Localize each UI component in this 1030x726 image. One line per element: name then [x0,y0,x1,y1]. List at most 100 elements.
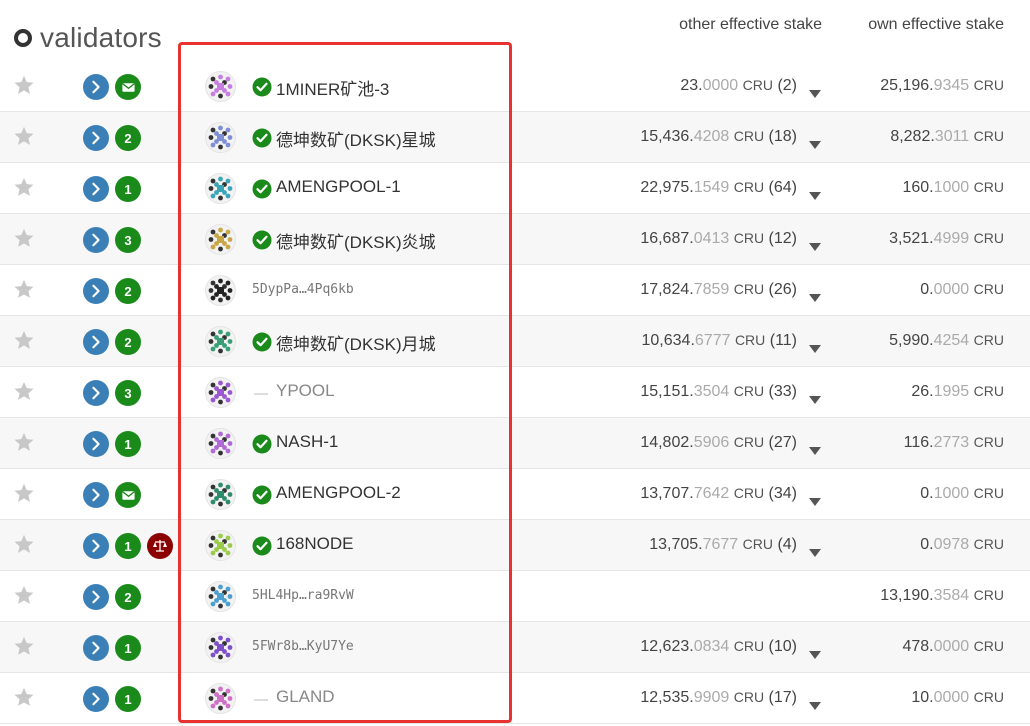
nomination-count-badge[interactable]: 1 [115,533,141,559]
nomination-count-badge[interactable]: 1 [115,431,141,457]
star-icon[interactable] [13,125,35,147]
identicon-avatar[interactable] [205,581,236,612]
star-icon[interactable] [13,635,35,657]
caret-down-icon[interactable] [809,644,821,659]
identicon-avatar[interactable] [205,530,236,561]
chevron-right-icon[interactable] [83,74,109,100]
star-icon[interactable] [13,482,35,504]
chevron-right-icon[interactable] [83,431,109,457]
validator-name[interactable]: 168NODE [276,534,353,554]
star-icon[interactable] [13,533,35,555]
star-icon[interactable] [13,380,35,402]
other-stake-unit: CRU [733,179,765,195]
caret-down-icon[interactable] [809,287,821,302]
validator-name[interactable]: 5DypPa…4Pq6kb [252,282,354,297]
star-icon[interactable] [13,686,35,708]
star-icon[interactable] [13,227,35,249]
chevron-right-icon[interactable] [83,533,109,559]
nomination-count-badge[interactable]: 1 [115,635,141,661]
validator-name[interactable]: 1MINER矿池-3 [276,75,389,100]
identicon-avatar[interactable] [205,71,236,102]
validator-name[interactable]: 5FWr8b…KyU7Ye [252,639,354,654]
nomination-count-badge[interactable]: 1 [115,686,141,712]
nomination-count-badge[interactable]: 3 [115,227,141,253]
star-icon[interactable] [13,176,35,198]
identicon-avatar[interactable] [205,683,236,714]
nomination-count-badge[interactable]: 2 [115,329,141,355]
chevron-right-icon[interactable] [83,482,109,508]
other-stake-unit: CRU [733,230,765,246]
own-stake-decimal: 3584 [933,587,970,604]
caret-down-icon[interactable] [809,134,821,149]
caret-down-icon[interactable] [809,236,821,251]
mail-icon[interactable] [115,74,141,100]
chevron-right-icon[interactable] [83,176,109,202]
star-icon[interactable] [13,431,35,453]
other-stake-int: 10,634. [641,332,695,349]
caret-down-icon[interactable] [809,440,821,455]
validator-name[interactable]: AMENGPOOL-1 [276,177,401,197]
mail-icon[interactable] [115,482,141,508]
identicon-avatar[interactable] [205,122,236,153]
chevron-right-icon[interactable] [83,227,109,253]
nomination-count-badge[interactable]: 3 [115,380,141,406]
own-stake-int: 0. [920,281,934,298]
own-stake-value: 8,282.3011 CRU [890,128,1004,146]
nomination-count-badge[interactable]: 2 [115,125,141,151]
identicon-avatar[interactable] [205,632,236,663]
column-header-other-stake[interactable]: other effective stake [679,16,822,34]
chevron-right-icon[interactable] [83,584,109,610]
chevron-right-icon[interactable] [83,635,109,661]
column-header-own-stake[interactable]: own effective stake [868,16,1004,34]
nomination-count-badge[interactable]: 1 [115,176,141,202]
caret-down-icon[interactable] [809,695,821,710]
caret-down-icon[interactable] [809,338,821,353]
own-stake-value: 5,990.4254 CRU [889,332,1004,350]
star-icon[interactable] [13,584,35,606]
identicon-avatar[interactable] [205,377,236,408]
validator-name[interactable]: 德坤数矿(DKSK)炎城 [276,228,436,253]
scale-icon[interactable] [147,533,173,559]
chevron-right-icon[interactable] [83,125,109,151]
identicon-avatar[interactable] [205,275,236,306]
validator-name[interactable]: 5HL4Hp…ra9RvW [252,588,354,603]
caret-down-icon[interactable] [809,185,821,200]
other-stake-decimal: 4208 [693,128,730,145]
caret-down-icon[interactable] [809,491,821,506]
caret-down-icon[interactable] [809,83,821,98]
own-stake-int: 10. [911,689,934,706]
other-stake-unit: CRU [734,332,766,348]
validator-name[interactable]: 德坤数矿(DKSK)月城 [276,330,436,355]
own-stake-unit: CRU [973,77,1004,93]
chevron-right-icon[interactable] [83,329,109,355]
nomination-count-badge[interactable]: 2 [115,278,141,304]
chevron-right-icon[interactable] [83,380,109,406]
other-stake-int: 23. [680,77,703,94]
identicon-avatar[interactable] [205,428,236,459]
validator-name[interactable]: NASH-1 [276,432,338,452]
identicon-avatar[interactable] [205,326,236,357]
identicon-avatar[interactable] [205,224,236,255]
other-stake-int: 12,535. [640,689,694,706]
nominator-count: (17) [768,689,797,706]
own-stake-int: 13,190. [880,587,934,604]
caret-down-icon[interactable] [809,542,821,557]
star-icon[interactable] [13,329,35,351]
validator-name[interactable]: GLAND [276,687,335,707]
identicon-avatar[interactable] [205,173,236,204]
nomination-count-badge[interactable]: 2 [115,584,141,610]
star-icon[interactable] [13,74,35,96]
validator-name[interactable]: YPOOL [276,381,335,401]
chevron-right-icon[interactable] [83,278,109,304]
own-stake-decimal: 4254 [933,332,970,349]
other-stake-decimal: 5906 [693,434,730,451]
validator-name[interactable]: AMENGPOOL-2 [276,483,401,503]
star-icon[interactable] [13,278,35,300]
identicon-avatar[interactable] [205,479,236,510]
caret-down-icon[interactable] [809,389,821,404]
chevron-right-icon[interactable] [83,686,109,712]
own-stake-value: 0.0978 CRU [920,536,1004,554]
own-stake-unit: CRU [973,536,1004,552]
validator-row: 2 5HL4Hp…ra9RvW 13,190.3584 CRU [0,571,1030,622]
validator-name[interactable]: 德坤数矿(DKSK)星城 [276,126,436,151]
